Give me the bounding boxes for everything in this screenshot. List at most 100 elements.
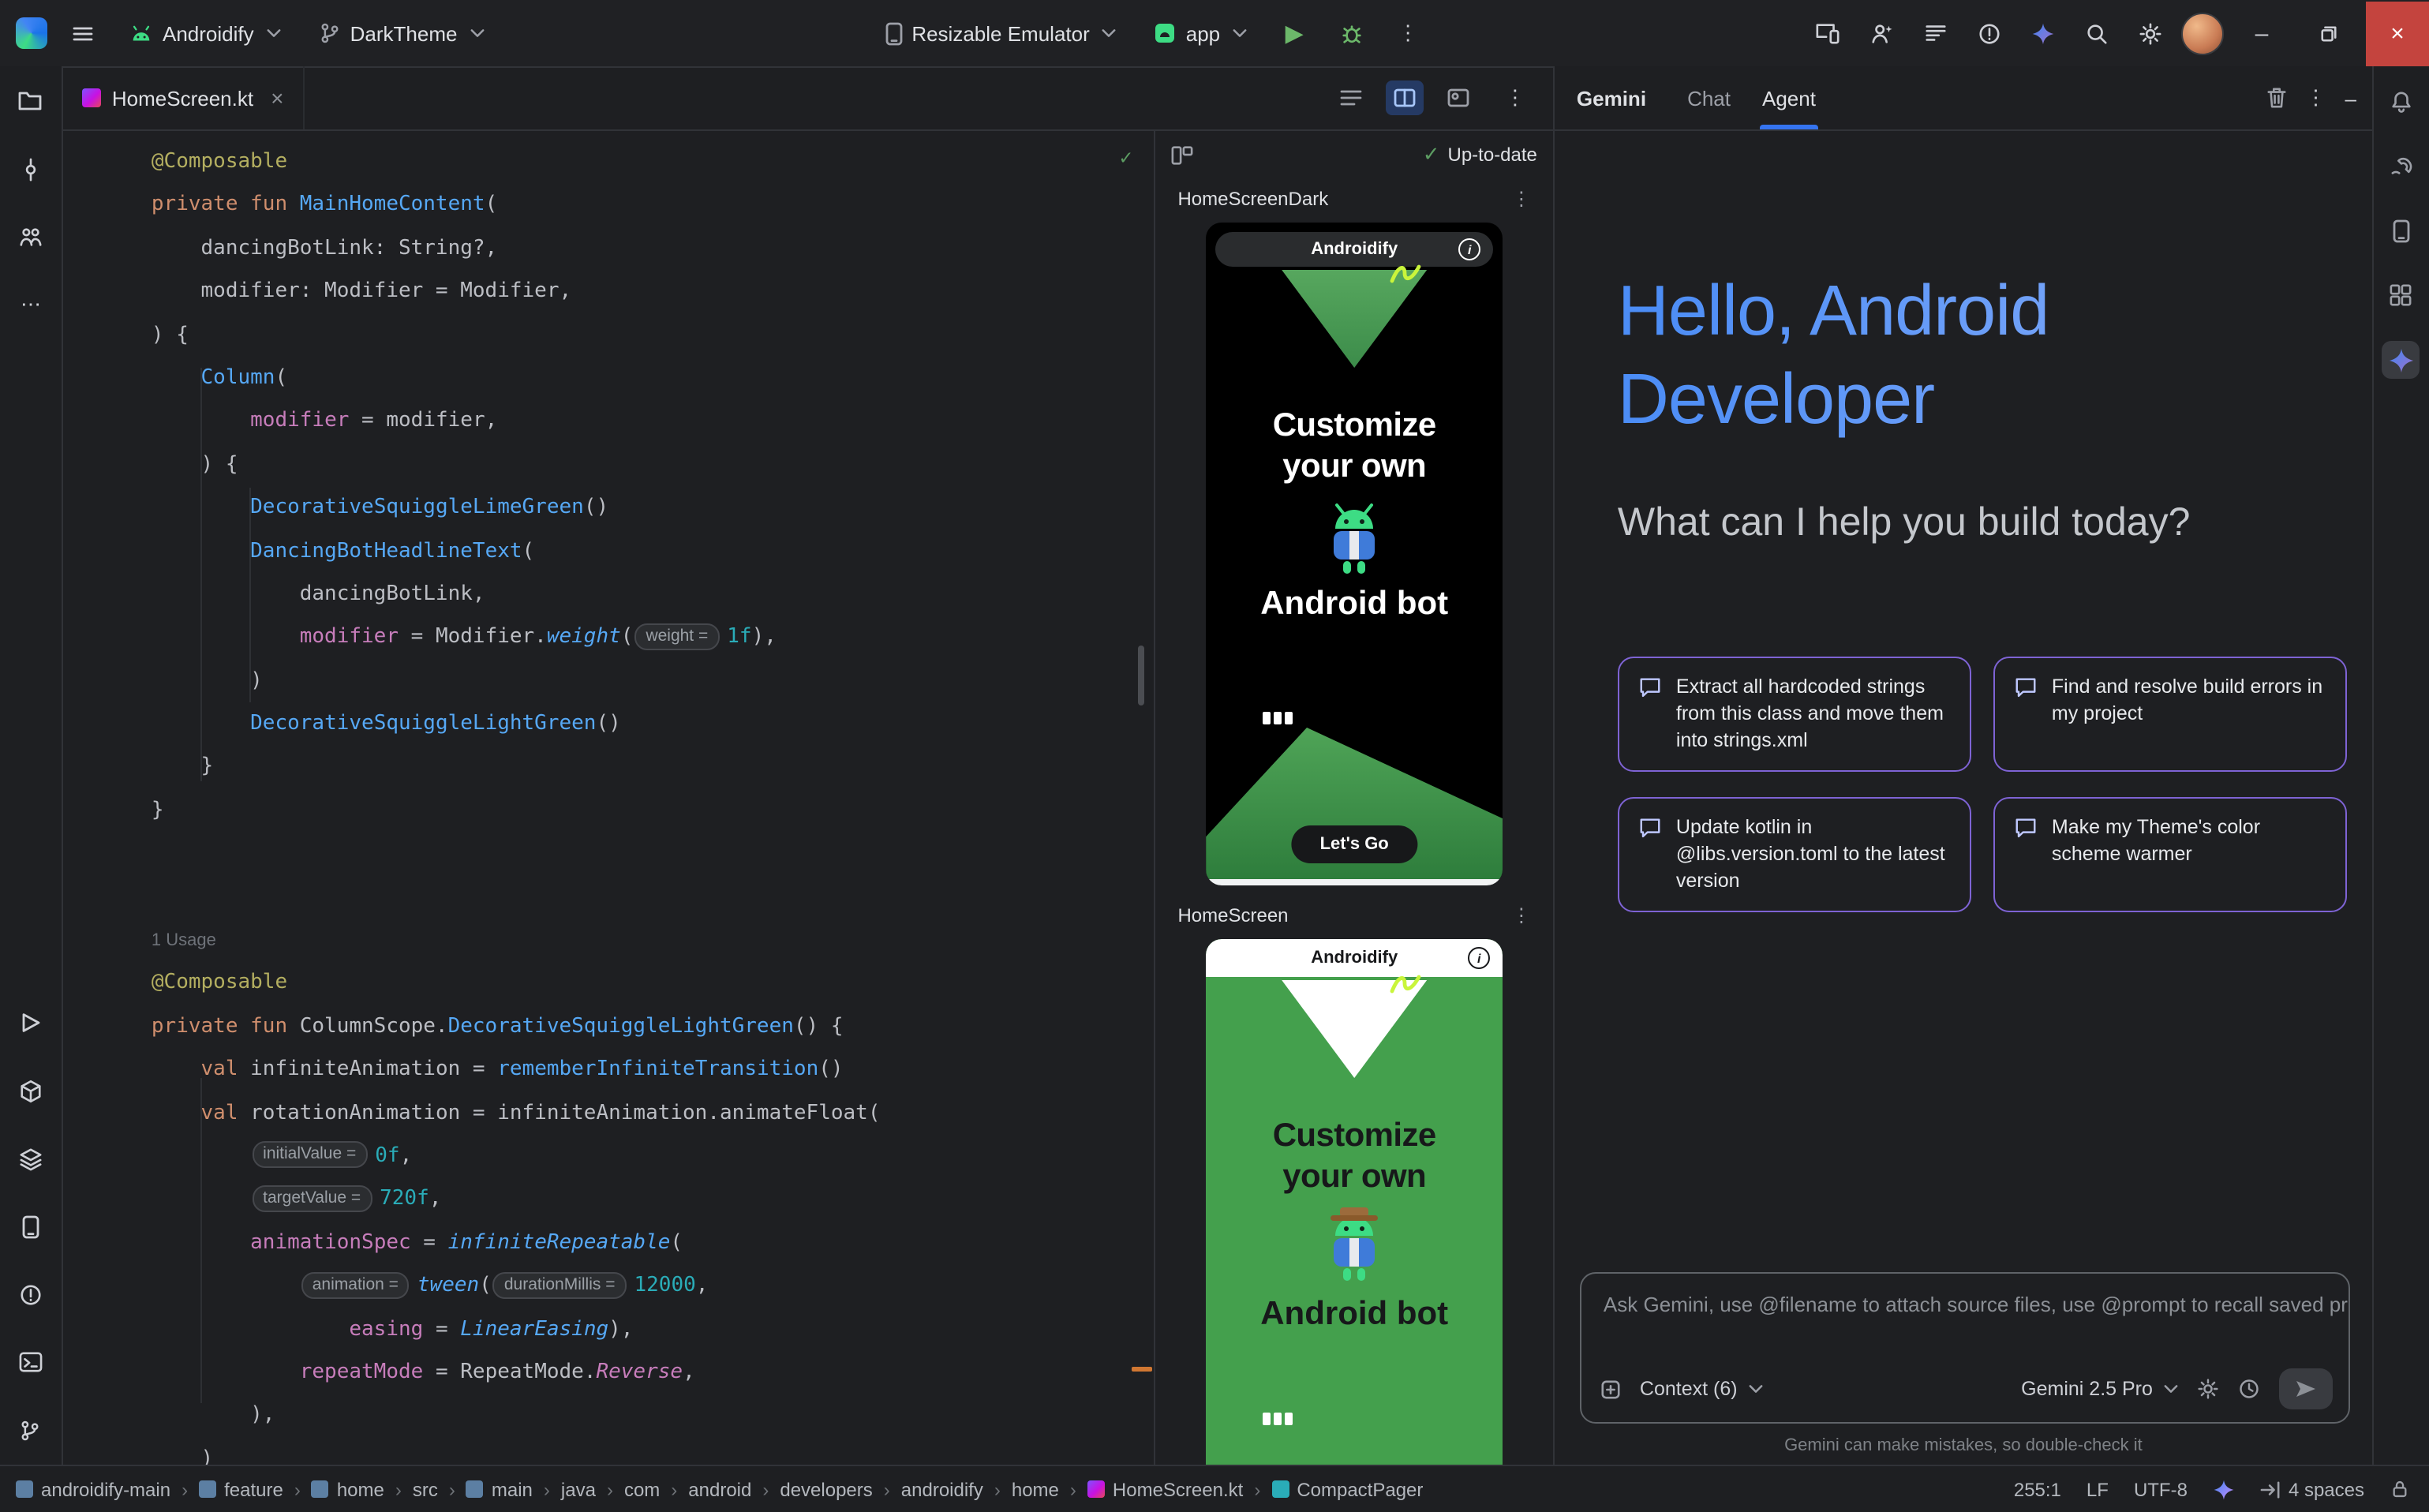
code-line[interactable]: dancingBotLink: String?,: [152, 227, 1155, 271]
device-manager-button[interactable]: [2382, 211, 2420, 249]
code-line[interactable]: ) {: [152, 313, 1155, 357]
history-icon[interactable]: [2238, 1378, 2260, 1400]
gemini-status-icon[interactable]: [2213, 1478, 2235, 1500]
build-variants-tool-button[interactable]: [12, 1140, 50, 1177]
code-line[interactable]: }: [152, 789, 1155, 833]
suggestion-card-3[interactable]: Update kotlin in @libs.version.toml to t…: [1618, 797, 1971, 912]
close-tab-icon[interactable]: ×: [271, 85, 283, 110]
preview-menu-light[interactable]: ⋮: [1512, 904, 1531, 926]
code-line[interactable]: ): [152, 1437, 1155, 1465]
build-tool-button[interactable]: [12, 1072, 50, 1110]
file-encoding[interactable]: UTF-8: [2134, 1478, 2188, 1500]
code-line[interactable]: repeatMode = RepeatMode.Reverse,: [152, 1351, 1155, 1394]
code-line[interactable]: ): [152, 659, 1155, 702]
editor-scrollbar[interactable]: [1138, 646, 1144, 705]
main-menu-button[interactable]: [60, 11, 104, 55]
gemini-options-button[interactable]: ⋮: [2305, 85, 2326, 110]
terminal-tool-button[interactable]: [12, 1343, 50, 1381]
code-line[interactable]: Column(: [152, 357, 1155, 400]
design-view-toggle[interactable]: [1439, 80, 1477, 115]
code-line[interactable]: easing = LinearEasing),: [152, 1308, 1155, 1351]
breadcrumb-item[interactable]: java: [561, 1478, 596, 1500]
code-line[interactable]: @Composable: [152, 140, 1155, 184]
delete-conversation-icon[interactable]: [2266, 87, 2286, 109]
device-selector[interactable]: Resizable Emulator: [872, 13, 1128, 53]
gradle-tool-button[interactable]: [2382, 147, 2420, 185]
breadcrumb-item[interactable]: androidify: [901, 1478, 983, 1500]
breadcrumb-item[interactable]: main: [466, 1478, 533, 1500]
code-line[interactable]: val rotationAnimation = infiniteAnimatio…: [152, 1091, 1155, 1135]
code-line[interactable]: DecorativeSquiggleLightGreen(): [152, 702, 1155, 746]
gemini-input-box[interactable]: Ask Gemini, use @filename to attach sour…: [1580, 1272, 2350, 1424]
code-line[interactable]: }: [152, 746, 1155, 789]
indent-setting[interactable]: 4 spaces: [2260, 1478, 2364, 1500]
pull-requests-tool-button[interactable]: [12, 218, 50, 256]
breadcrumb-item[interactable]: HomeScreen.kt: [1087, 1478, 1243, 1500]
breadcrumb-item[interactable]: CompactPager: [1271, 1478, 1423, 1500]
run-button[interactable]: ▶: [1272, 11, 1316, 55]
code-line[interactable]: ),: [152, 1394, 1155, 1438]
breadcrumb-item[interactable]: android: [688, 1478, 751, 1500]
hide-panel-button[interactable]: –: [2345, 86, 2356, 110]
code-line[interactable]: val infiniteAnimation = rememberInfinite…: [152, 1048, 1155, 1091]
line-separator[interactable]: LF: [2087, 1478, 2109, 1500]
run-configuration-selector[interactable]: app: [1142, 13, 1259, 53]
code-line[interactable]: @Composable: [152, 962, 1155, 1005]
logcat-button[interactable]: [1913, 11, 1957, 55]
version-control-tool-button[interactable]: [12, 1411, 50, 1449]
code-line[interactable]: [152, 833, 1155, 876]
model-selector[interactable]: Gemini 2.5 Pro: [2021, 1378, 2178, 1400]
suggestion-card-1[interactable]: Extract all hardcoded strings from this …: [1618, 657, 1971, 772]
code-line[interactable]: animation =tween(durationMillis =12000,: [152, 1264, 1155, 1308]
lock-icon[interactable]: [2390, 1479, 2410, 1499]
breadcrumb-item[interactable]: developers: [780, 1478, 872, 1500]
code-view-toggle[interactable]: [1332, 80, 1370, 115]
gemini-tab-chat[interactable]: Chat: [1671, 66, 1746, 129]
caret-position[interactable]: 255:1: [2014, 1478, 2061, 1500]
commit-tool-button[interactable]: [12, 150, 50, 188]
user-avatar[interactable]: [2181, 12, 2224, 54]
restore-window-button[interactable]: [2300, 1, 2356, 65]
gemini-settings-icon[interactable]: [2197, 1378, 2219, 1400]
run-tool-button[interactable]: [12, 1004, 50, 1042]
gemini-panel-button[interactable]: [2382, 341, 2420, 379]
running-devices-tool-button[interactable]: [12, 1207, 50, 1245]
code-line[interactable]: targetValue =720f,: [152, 1178, 1155, 1222]
preview-layout-icon[interactable]: [1171, 144, 1193, 165]
device-mirroring-button[interactable]: [1806, 11, 1850, 55]
code-line[interactable]: initialValue =0f,: [152, 1135, 1155, 1178]
code-line[interactable]: [152, 875, 1155, 919]
breadcrumb-item[interactable]: home: [1012, 1478, 1059, 1500]
editor-tab-homescreen[interactable]: HomeScreen.kt ×: [63, 66, 305, 129]
code-line[interactable]: 1 Usage: [152, 919, 1155, 962]
code-line[interactable]: modifier = modifier,: [152, 400, 1155, 443]
breadcrumb-item[interactable]: feature: [199, 1478, 283, 1500]
preview-scroll-area[interactable]: HomeScreenDark ⋮ Androidify i Customi: [1155, 178, 1552, 1465]
context-selector[interactable]: Context (6): [1640, 1378, 1763, 1400]
code-line[interactable]: ) {: [152, 443, 1155, 486]
code-line[interactable]: private fun MainHomeContent(: [152, 184, 1155, 227]
split-view-toggle[interactable]: [1386, 80, 1424, 115]
code-line[interactable]: DecorativeSquiggleLimeGreen(): [152, 486, 1155, 530]
resource-manager-button[interactable]: [2382, 276, 2420, 314]
close-window-button[interactable]: ×: [2366, 1, 2429, 65]
minimize-window-button[interactable]: –: [2233, 1, 2290, 65]
lets-go-button[interactable]: Let's Go: [1292, 825, 1417, 863]
code-line[interactable]: DancingBotHeadlineText(: [152, 530, 1155, 573]
breadcrumb-item[interactable]: home: [312, 1478, 384, 1500]
inspections-ok-icon[interactable]: ✓: [1120, 147, 1132, 170]
search-everywhere-button[interactable]: [2074, 11, 2118, 55]
app-quality-insights-button[interactable]: [1967, 11, 2011, 55]
notifications-button[interactable]: [2382, 82, 2420, 120]
breadcrumb-item[interactable]: com: [624, 1478, 660, 1500]
editor-options-button[interactable]: ⋮: [1493, 76, 1537, 120]
project-tool-button[interactable]: [12, 82, 50, 120]
debug-button[interactable]: [1329, 11, 1373, 55]
code-line[interactable]: modifier = Modifier.weight(weight =1f),: [152, 616, 1155, 660]
suggestion-card-2[interactable]: Find and resolve build errors in my proj…: [1993, 657, 2347, 772]
profiler-button[interactable]: [1859, 11, 1903, 55]
project-selector[interactable]: Androidify: [117, 13, 294, 53]
code-editor[interactable]: @Composableprivate fun MainHomeContent( …: [63, 131, 1155, 1465]
problems-tool-button[interactable]: [12, 1275, 50, 1313]
code-line[interactable]: animationSpec = infiniteRepeatable(: [152, 1222, 1155, 1265]
